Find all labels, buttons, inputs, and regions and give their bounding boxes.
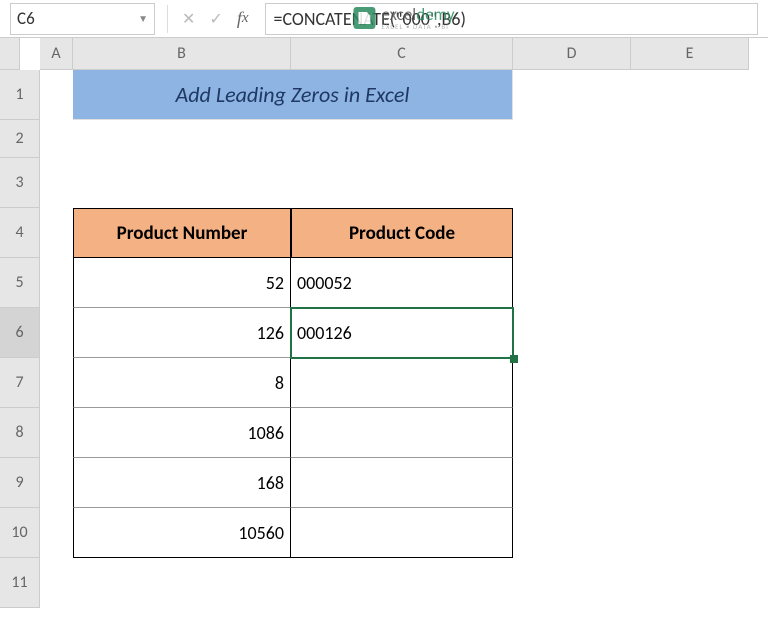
header-product-number[interactable]: Product Number xyxy=(73,208,291,258)
row-header-11[interactable]: 11 xyxy=(0,558,40,608)
cell-c10[interactable] xyxy=(291,508,513,558)
col-header-d[interactable]: D xyxy=(513,38,631,70)
cell-b9[interactable]: 168 xyxy=(73,458,291,508)
cell-c6[interactable]: 000126 xyxy=(291,308,513,358)
formula-input[interactable]: =CONCATENATE("000",B6) xyxy=(265,3,759,35)
row-header-2[interactable]: 2 xyxy=(0,120,40,158)
watermark: exceldemy EXCEL • DATA • BI xyxy=(353,6,454,30)
col-header-c[interactable]: C xyxy=(291,38,513,70)
row-header-3[interactable]: 3 xyxy=(0,158,40,208)
row-header-9[interactable]: 9 xyxy=(0,458,40,508)
formula-bar-icons: ✕ ✓ fx xyxy=(172,8,259,29)
header-product-code[interactable]: Product Code xyxy=(291,208,513,258)
cell-b7[interactable]: 8 xyxy=(73,358,291,408)
cell-c9[interactable] xyxy=(291,458,513,508)
row-header-7[interactable]: 7 xyxy=(0,358,40,408)
cell-c7[interactable] xyxy=(291,358,513,408)
name-box-value: C6 xyxy=(17,8,35,29)
name-box[interactable]: C6 ▼ xyxy=(10,3,155,35)
cell-b10[interactable]: 10560 xyxy=(73,508,291,558)
row-header-1[interactable]: 1 xyxy=(0,70,40,120)
title-cell[interactable]: Add Leading Zeros in Excel xyxy=(73,70,513,120)
fx-icon[interactable]: fx xyxy=(237,8,249,29)
cell-b8[interactable]: 1086 xyxy=(73,408,291,458)
fill-handle[interactable] xyxy=(510,355,518,363)
cell-c5[interactable]: 000052 xyxy=(291,258,513,308)
watermark-brand: exceldemy xyxy=(381,6,454,23)
cancel-icon[interactable]: ✕ xyxy=(182,9,195,29)
select-all-corner[interactable] xyxy=(0,38,20,70)
cell-b6[interactable]: 126 xyxy=(73,308,291,358)
watermark-tagline: EXCEL • DATA • BI xyxy=(381,23,454,30)
row-header-5[interactable]: 5 xyxy=(0,258,40,308)
row-header-8[interactable]: 8 xyxy=(0,408,40,458)
row-header-6[interactable]: 6 xyxy=(0,308,40,358)
col-header-e[interactable]: E xyxy=(631,38,749,70)
col-header-b[interactable]: B xyxy=(73,38,291,70)
spreadsheet-grid: 1234567891011 ABCDE Add Leading Zeros in… xyxy=(0,38,768,628)
col-header-a[interactable]: A xyxy=(40,38,73,70)
row-header-10[interactable]: 10 xyxy=(0,508,40,558)
cell-b5[interactable]: 52 xyxy=(73,258,291,308)
confirm-icon[interactable]: ✓ xyxy=(209,9,222,29)
divider xyxy=(167,5,168,33)
dropdown-arrow-icon[interactable]: ▼ xyxy=(138,12,148,25)
cell-c8[interactable] xyxy=(291,408,513,458)
row-header-4[interactable]: 4 xyxy=(0,208,40,258)
watermark-logo-icon xyxy=(353,7,375,29)
